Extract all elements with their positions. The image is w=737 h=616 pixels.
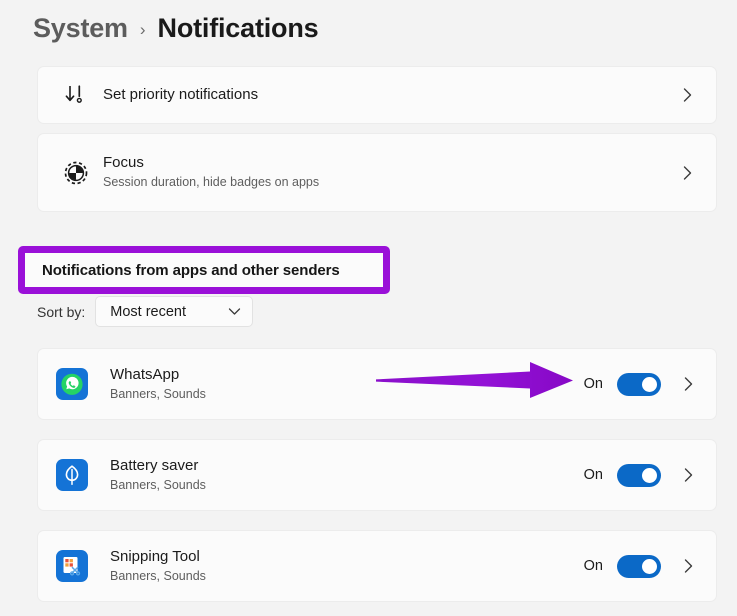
toggle-knob bbox=[642, 376, 657, 392]
breadcrumb: System › Notifications bbox=[33, 4, 319, 52]
settings-card-title: Set priority notifications bbox=[103, 85, 259, 103]
chevron-right-icon[interactable] bbox=[677, 466, 699, 484]
notification-toggle[interactable] bbox=[617, 372, 661, 396]
sort-by-dropdown[interactable]: Most recent bbox=[95, 296, 254, 327]
toggle-state-label: On bbox=[583, 467, 603, 483]
app-name: Snipping Tool bbox=[110, 547, 200, 565]
app-subtitle: Banners, Sounds bbox=[110, 386, 206, 401]
snipping-tool-icon bbox=[55, 549, 89, 583]
battery-saver-icon bbox=[55, 458, 89, 492]
focus-icon bbox=[55, 159, 97, 187]
settings-card-title: Focus bbox=[103, 154, 144, 172]
priority-notification-icon bbox=[55, 82, 97, 108]
toggle-knob bbox=[642, 558, 657, 574]
sort-by-selected-value: Most recent bbox=[110, 303, 186, 320]
settings-card-focus[interactable]: Focus Session duration, hide badges on a… bbox=[37, 133, 717, 212]
app-notification-row-whatsapp[interactable]: WhatsApp Banners, Sounds On bbox=[37, 348, 717, 420]
notification-toggle[interactable] bbox=[617, 554, 661, 578]
section-header-title: Notifications from apps and other sender… bbox=[42, 261, 340, 279]
whatsapp-icon bbox=[55, 367, 89, 401]
chevron-right-icon[interactable] bbox=[676, 164, 698, 182]
section-header-highlight: Notifications from apps and other sender… bbox=[18, 246, 390, 294]
notification-toggle[interactable] bbox=[617, 463, 661, 487]
breadcrumb-separator-icon: › bbox=[139, 19, 146, 39]
page-title: Notifications bbox=[157, 12, 319, 43]
chevron-right-icon[interactable] bbox=[676, 86, 698, 104]
app-subtitle: Banners, Sounds bbox=[110, 568, 206, 583]
app-name: WhatsApp bbox=[110, 365, 180, 383]
toggle-knob bbox=[642, 467, 657, 483]
chevron-right-icon[interactable] bbox=[677, 557, 699, 575]
toggle-state-label: On bbox=[583, 376, 603, 392]
settings-card-set-priority-notifications[interactable]: Set priority notifications bbox=[37, 66, 717, 124]
chevron-right-icon[interactable] bbox=[677, 375, 699, 393]
sort-by-row: Sort by: Most recent bbox=[37, 296, 254, 327]
app-name: Battery saver bbox=[110, 456, 199, 474]
breadcrumb-parent-system[interactable]: System bbox=[33, 13, 128, 44]
toggle-state-label: On bbox=[583, 558, 603, 574]
chevron-down-icon bbox=[228, 303, 241, 321]
settings-card-subtitle: Session duration, hide badges on apps bbox=[103, 175, 320, 190]
app-notification-row-snipping-tool[interactable]: Snipping Tool Banners, Sounds On bbox=[37, 530, 717, 602]
app-subtitle: Banners, Sounds bbox=[110, 477, 206, 492]
app-notification-row-battery-saver[interactable]: Battery saver Banners, Sounds On bbox=[37, 439, 717, 511]
sort-by-label: Sort by: bbox=[37, 303, 86, 320]
